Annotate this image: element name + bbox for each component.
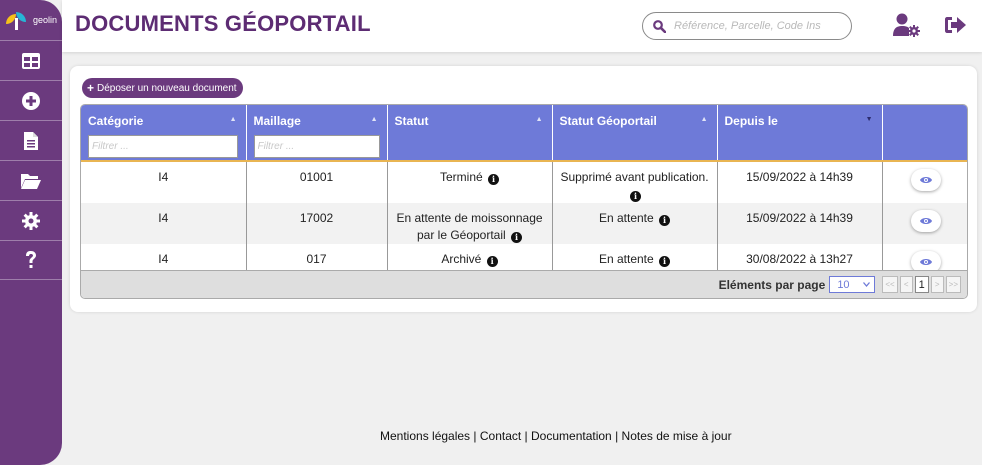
- categorie-filter-input[interactable]: [88, 135, 238, 158]
- question-icon: [26, 251, 36, 268]
- column-header-categorie[interactable]: Catégorie ▲: [81, 105, 247, 161]
- cell-depuis-le: 15/09/2022 à 14h39: [717, 161, 883, 203]
- plus-circle-icon: [22, 91, 40, 110]
- logo-text: geolin: [33, 15, 58, 25]
- info-icon[interactable]: i: [659, 256, 671, 267]
- user-settings-icon[interactable]: [893, 13, 921, 37]
- sidebar-item-dashboard[interactable]: [0, 40, 62, 80]
- cell-actions: [882, 203, 967, 244]
- sidebar: geolin: [0, 0, 62, 465]
- gear-icon: [22, 211, 40, 230]
- eye-icon: [919, 177, 932, 183]
- footer-link-contact[interactable]: Contact: [480, 429, 521, 443]
- cell-statut: En attente de moissonnage par le Géoport…: [387, 203, 553, 244]
- eye-icon: [919, 218, 932, 224]
- sidebar-item-settings[interactable]: [0, 200, 62, 240]
- sidebar-item-documents[interactable]: [0, 120, 62, 160]
- search-input[interactable]: [674, 20, 834, 32]
- documents-table: Catégorie ▲ Maillage ▲ Statut ▲ Stat: [81, 105, 967, 277]
- info-icon[interactable]: i: [488, 174, 500, 185]
- last-page-button[interactable]: >>: [945, 276, 961, 293]
- cell-categorie: I4: [81, 203, 247, 244]
- column-header-statut[interactable]: Statut ▲: [387, 105, 553, 161]
- page-title: DOCUMENTS GÉOPORTAIL: [75, 11, 371, 36]
- column-header-statut-geoportail[interactable]: Statut Géoportail ▲: [552, 105, 718, 161]
- column-header-actions: [882, 105, 967, 161]
- logo-mark-icon: [6, 10, 30, 30]
- upload-document-button[interactable]: + Déposer un nouveau document: [82, 78, 243, 98]
- first-page-button[interactable]: <<: [882, 276, 898, 293]
- footer: Mentions légales | Contact | Documentati…: [380, 429, 732, 443]
- cell-depuis-le: 15/09/2022 à 14h39: [717, 203, 883, 244]
- cell-statut-geoportail: Supprimé avant publication. i: [552, 161, 718, 203]
- sidebar-item-help[interactable]: [0, 240, 62, 280]
- column-header-maillage[interactable]: Maillage ▲: [246, 105, 388, 161]
- page-size-label: Eléments par page: [718, 277, 826, 292]
- sort-asc-icon[interactable]: ▲: [536, 116, 543, 123]
- document-icon: [24, 131, 38, 150]
- sidebar-item-folders[interactable]: [0, 160, 62, 200]
- cell-categorie: I4: [81, 161, 247, 203]
- table-icon: [22, 52, 40, 69]
- info-icon[interactable]: i: [511, 232, 523, 243]
- plus-icon: +: [87, 81, 95, 95]
- footer-separator: |: [611, 429, 622, 443]
- info-icon[interactable]: i: [630, 191, 641, 202]
- documents-grid: Catégorie ▲ Maillage ▲ Statut ▲ Stat: [80, 104, 968, 299]
- cell-maillage: 17002: [246, 203, 388, 244]
- info-icon[interactable]: i: [486, 256, 498, 267]
- cell-statut-geoportail: En attente i: [552, 203, 718, 244]
- upload-document-label: Déposer un nouveau document: [97, 82, 237, 94]
- page-size-select[interactable]: 10: [829, 276, 876, 293]
- table-row: I4 01001 Terminé i Supprimé avant public…: [81, 161, 967, 203]
- footer-link-documentation[interactable]: Documentation: [531, 429, 612, 443]
- search-box[interactable]: [642, 12, 852, 40]
- app-logo[interactable]: geolin: [0, 0, 62, 40]
- top-header: DOCUMENTS GÉOPORTAIL: [62, 0, 982, 52]
- sidebar-item-add[interactable]: [0, 80, 62, 120]
- maillage-filter-input[interactable]: [253, 135, 380, 158]
- logout-icon[interactable]: [945, 16, 967, 34]
- cell-actions: [882, 161, 967, 203]
- prev-page-button[interactable]: <: [899, 276, 913, 293]
- pagination-bar: Eléments par page 10 << < 1 > >>: [81, 270, 967, 298]
- footer-separator: |: [521, 429, 532, 443]
- current-page-button[interactable]: 1: [914, 276, 929, 293]
- footer-separator: |: [470, 429, 480, 443]
- sort-asc-icon[interactable]: ▲: [371, 116, 378, 123]
- info-icon[interactable]: i: [659, 215, 671, 226]
- column-header-depuis-le[interactable]: Depuis le ▼: [717, 105, 883, 161]
- table-header-row: Catégorie ▲ Maillage ▲ Statut ▲ Stat: [81, 105, 967, 161]
- view-button[interactable]: [910, 210, 941, 232]
- folder-open-icon: [21, 173, 41, 189]
- footer-link-release-notes[interactable]: Notes de mise à jour: [622, 429, 732, 443]
- footer-link-mentions[interactable]: Mentions légales: [380, 429, 470, 443]
- next-page-button[interactable]: >: [930, 276, 944, 293]
- chevron-down-icon: [863, 282, 871, 287]
- view-button[interactable]: [910, 169, 941, 191]
- cell-maillage: 01001: [246, 161, 388, 203]
- sort-desc-icon[interactable]: ▼: [866, 116, 873, 123]
- table-row: I4 17002 En attente de moissonnage par l…: [81, 203, 967, 244]
- cell-statut: Terminé i: [387, 161, 553, 203]
- sort-asc-icon[interactable]: ▲: [701, 116, 708, 123]
- documents-card: + Déposer un nouveau document Catégorie …: [70, 66, 977, 312]
- search-icon: [653, 19, 666, 33]
- eye-icon: [919, 259, 932, 265]
- sort-asc-icon[interactable]: ▲: [230, 116, 237, 123]
